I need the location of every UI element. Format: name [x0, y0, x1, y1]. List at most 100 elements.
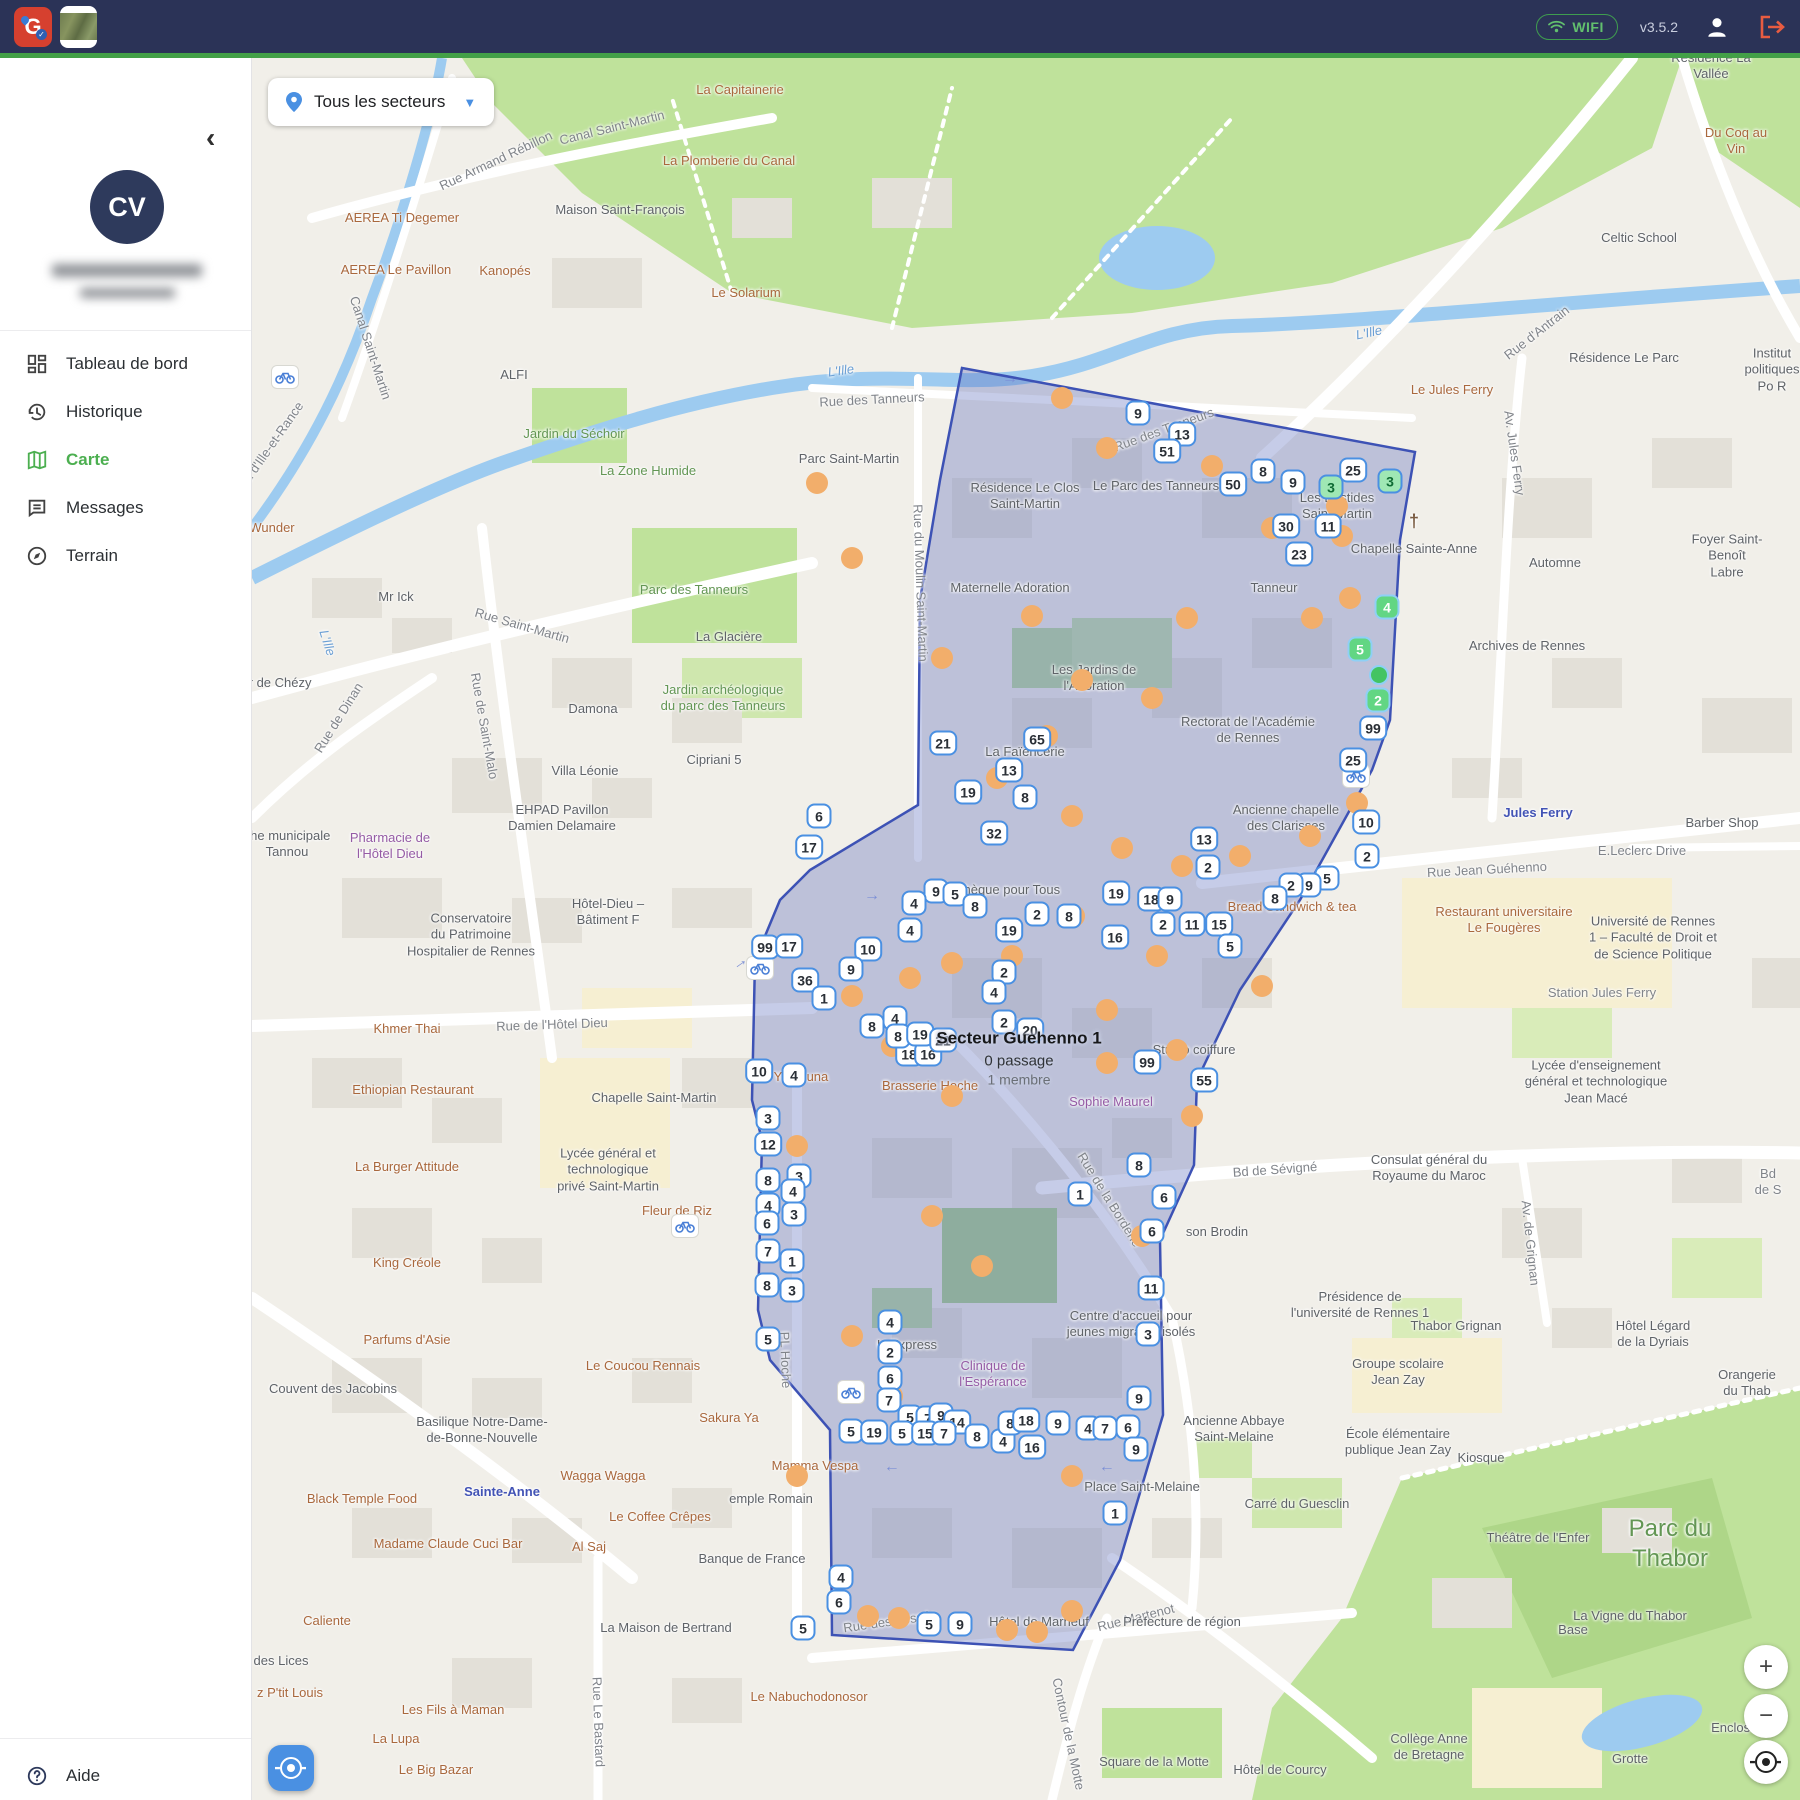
cluster-marker[interactable]: 4: [829, 1565, 854, 1590]
cluster-marker[interactable]: 21: [929, 1028, 957, 1053]
cluster-marker[interactable]: 99: [1133, 1050, 1161, 1075]
cluster-marker[interactable]: 21: [929, 731, 957, 756]
cluster-marker[interactable]: 8: [755, 1273, 780, 1298]
cluster-marker[interactable]: 51: [1153, 439, 1181, 464]
cluster-marker[interactable]: 19: [995, 918, 1023, 943]
cluster-marker[interactable]: 4: [898, 918, 923, 943]
cluster-marker[interactable]: 2: [1355, 844, 1380, 869]
cluster-marker[interactable]: 6: [755, 1211, 780, 1236]
cluster-marker[interactable]: 3: [780, 1278, 805, 1303]
cluster-marker[interactable]: 7: [756, 1239, 781, 1264]
cluster-marker[interactable]: 2: [992, 1010, 1017, 1035]
cluster-marker[interactable]: 9: [1127, 1386, 1152, 1411]
sidebar-item-messages[interactable]: Messages: [0, 484, 251, 532]
cluster-marker[interactable]: 10: [745, 1059, 773, 1084]
cluster-marker[interactable]: 50: [1219, 472, 1247, 497]
cluster-marker[interactable]: 13: [995, 758, 1023, 783]
sidebar-item-dashboard[interactable]: Tableau de bord: [0, 340, 251, 388]
cluster-marker[interactable]: 8: [1251, 459, 1276, 484]
cluster-marker[interactable]: 6: [1140, 1219, 1165, 1244]
cluster-marker[interactable]: 5: [1218, 934, 1243, 959]
sector-selector-dropdown[interactable]: Tous les secteurs ▼: [268, 78, 494, 126]
sidebar-item-history[interactable]: Historique: [0, 388, 251, 436]
cluster-marker[interactable]: 8: [1263, 886, 1288, 911]
cluster-marker[interactable]: 55: [1190, 1068, 1218, 1093]
cluster-marker[interactable]: 25: [1339, 748, 1367, 773]
cluster-marker[interactable]: 19: [860, 1420, 888, 1445]
my-location-button[interactable]: [268, 1745, 314, 1791]
cluster-marker[interactable]: 9: [839, 957, 864, 982]
cluster-marker[interactable]: 3: [1319, 475, 1344, 500]
cluster-marker[interactable]: 2: [1025, 902, 1050, 927]
cluster-marker[interactable]: 20: [1016, 1018, 1044, 1043]
cluster-marker[interactable]: 10: [1352, 810, 1380, 835]
cluster-marker[interactable]: 3: [1136, 1322, 1161, 1347]
cluster-marker[interactable]: 1: [780, 1249, 805, 1274]
cluster-marker[interactable]: 32: [980, 821, 1008, 846]
cluster-marker[interactable]: 5: [917, 1612, 942, 1637]
photo-thumbnail-tile[interactable]: [60, 6, 97, 48]
cluster-marker[interactable]: 6: [827, 1590, 852, 1615]
cluster-marker[interactable]: 8: [965, 1424, 990, 1449]
cluster-marker[interactable]: 6: [807, 804, 832, 829]
cluster-marker[interactable]: 5: [1348, 637, 1373, 662]
cluster-marker[interactable]: 3: [782, 1202, 807, 1227]
cluster-marker[interactable]: 4: [781, 1179, 806, 1204]
cluster-marker[interactable]: 1: [1103, 1501, 1128, 1526]
cluster-marker[interactable]: 19: [954, 780, 982, 805]
cluster-marker[interactable]: 1: [812, 986, 837, 1011]
cluster-marker[interactable]: 8: [1127, 1153, 1152, 1178]
cluster-marker[interactable]: 4: [878, 1310, 903, 1335]
recenter-button[interactable]: [1744, 1740, 1788, 1784]
cluster-marker[interactable]: 4: [982, 980, 1007, 1005]
cluster-marker[interactable]: 9: [1281, 470, 1306, 495]
user-account-button[interactable]: [1704, 14, 1730, 40]
cluster-marker[interactable]: 5: [756, 1327, 781, 1352]
app-logo-icon[interactable]: G ✓: [14, 7, 52, 47]
cluster-marker[interactable]: 7: [932, 1421, 957, 1446]
cluster-marker[interactable]: 3: [1378, 469, 1403, 494]
cluster-marker[interactable]: 2: [1366, 688, 1391, 713]
cluster-marker[interactable]: 8: [1013, 785, 1038, 810]
cluster-marker[interactable]: 9: [1126, 401, 1151, 426]
cluster-marker[interactable]: 4: [902, 891, 927, 916]
cluster-marker[interactable]: 4: [782, 1063, 807, 1088]
cluster-marker[interactable]: 25: [1339, 458, 1367, 483]
cluster-marker[interactable]: 7: [1093, 1416, 1118, 1441]
cluster-marker[interactable]: 18: [1012, 1408, 1040, 1433]
map-canvas[interactable]: Rue Armand RébillonCanal Saint-MartinCan…: [252, 58, 1800, 1800]
sidebar-item-terrain[interactable]: Terrain: [0, 532, 251, 580]
cluster-marker[interactable]: 23: [1285, 542, 1313, 567]
cluster-marker[interactable]: 6: [1152, 1185, 1177, 1210]
cluster-marker[interactable]: 11: [1315, 514, 1342, 539]
cluster-marker[interactable]: 8: [963, 894, 988, 919]
cluster-marker[interactable]: 19: [1102, 881, 1130, 906]
cluster-marker[interactable]: 9: [1046, 1411, 1071, 1436]
sidebar-collapse-button[interactable]: ‹: [206, 124, 215, 152]
sidebar-item-help[interactable]: Aide: [0, 1752, 251, 1800]
logout-button[interactable]: [1758, 14, 1786, 40]
cluster-marker[interactable]: 16: [1101, 925, 1129, 950]
cluster-marker[interactable]: 2: [1196, 855, 1221, 880]
cluster-marker[interactable]: 1: [1068, 1182, 1093, 1207]
cluster-marker[interactable]: 30: [1272, 514, 1300, 539]
sidebar-item-map[interactable]: Carte: [0, 436, 251, 484]
cluster-marker[interactable]: 65: [1023, 727, 1051, 752]
cluster-marker[interactable]: 13: [1190, 827, 1218, 852]
cluster-marker[interactable]: 2: [1151, 912, 1176, 937]
cluster-marker[interactable]: 99: [1359, 716, 1387, 741]
cluster-marker[interactable]: 8: [756, 1168, 781, 1193]
cluster-marker[interactable]: 11: [1138, 1276, 1165, 1301]
cluster-marker[interactable]: 9: [1124, 1437, 1149, 1462]
sector-polygon[interactable]: [252, 58, 1800, 1800]
cluster-marker[interactable]: 11: [1179, 912, 1206, 937]
cluster-marker[interactable]: 9: [1158, 887, 1183, 912]
cluster-marker[interactable]: 3: [756, 1106, 781, 1131]
green-dot-marker[interactable]: [1369, 665, 1389, 685]
cluster-marker[interactable]: 8: [860, 1014, 885, 1039]
cluster-marker[interactable]: 4: [1375, 595, 1400, 620]
cluster-marker[interactable]: 5: [791, 1616, 816, 1641]
cluster-marker[interactable]: 2: [878, 1340, 903, 1365]
zoom-out-button[interactable]: −: [1744, 1694, 1788, 1738]
cluster-marker[interactable]: 16: [1018, 1435, 1046, 1460]
